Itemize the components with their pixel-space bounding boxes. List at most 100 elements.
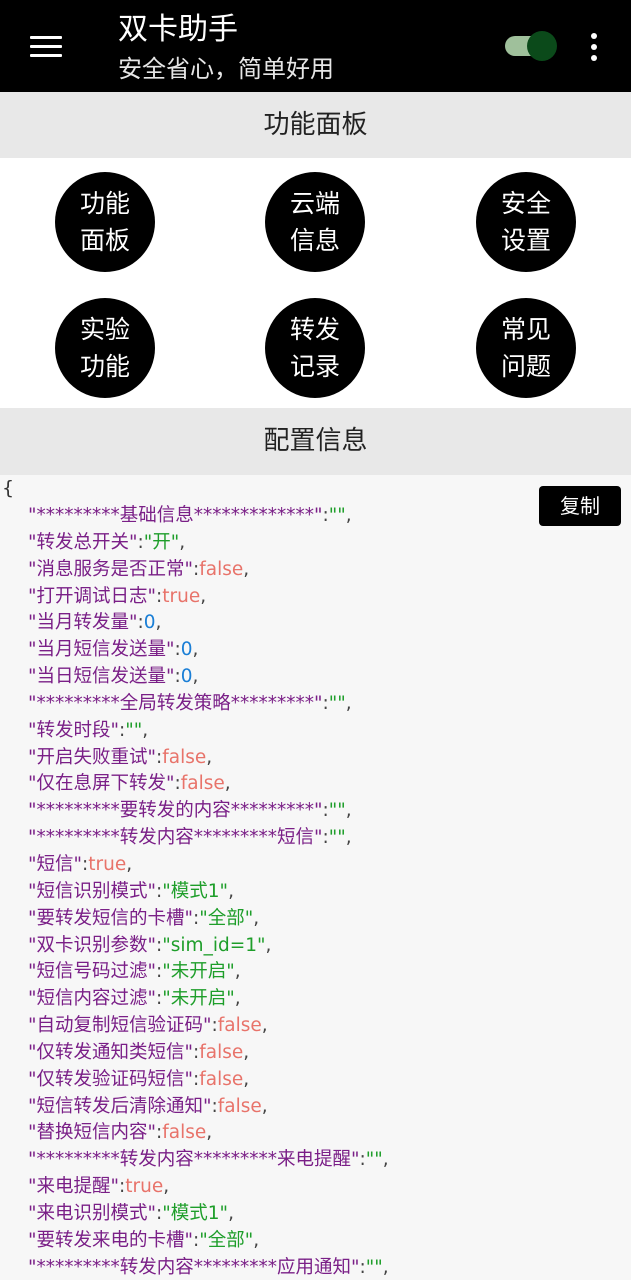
json-line: "短信号码过滤":"未开启",: [28, 959, 389, 986]
json-comma: ,: [192, 666, 199, 688]
json-comma: ,: [243, 1068, 250, 1090]
json-line: "*********转发内容*********来电提醒":"",: [28, 1147, 389, 1174]
json-line: "替换短信内容":false,: [28, 1120, 389, 1147]
json-value: 0: [180, 666, 193, 688]
json-comma: ,: [155, 612, 162, 634]
json-key: "*********转发内容*********短信": [28, 827, 323, 849]
app-subtitle: 安全省心，简单好用: [118, 55, 334, 83]
json-value: "全部": [199, 907, 254, 929]
json-value: false: [162, 746, 207, 768]
json-line: "短信内容过滤":"未开启",: [28, 986, 389, 1013]
button-label-line2: 信息: [289, 226, 340, 255]
json-comma: ,: [142, 719, 149, 741]
json-comma: ,: [224, 773, 231, 795]
json-open-brace: {: [2, 477, 15, 499]
button-label-line2: 问题: [500, 352, 551, 381]
json-key: "自动复制短信验证码": [28, 1015, 212, 1037]
app-title: 双卡助手: [118, 12, 238, 47]
json-key: "仅在息屏下转发": [28, 773, 175, 795]
json-comma: ,: [243, 558, 250, 580]
json-value: false: [217, 1095, 262, 1117]
json-comma: ,: [253, 907, 260, 929]
json-key: "来电提醒": [28, 1176, 120, 1198]
json-key: "要转发短信的卡槽": [28, 907, 194, 929]
json-key: "当月短信发送量": [28, 639, 175, 661]
json-value: false: [162, 1122, 207, 1144]
json-line: "短信识别模式":"模式1",: [28, 879, 389, 906]
forward-records-button[interactable]: 转发 记录: [265, 298, 365, 398]
json-comma: ,: [206, 746, 213, 768]
json-comma: ,: [345, 800, 352, 822]
json-line: "转发时段":"",: [28, 718, 389, 745]
json-value: "": [328, 827, 346, 849]
button-label-line2: 记录: [289, 352, 340, 381]
function-panel-button[interactable]: 功能 面板: [55, 172, 155, 272]
json-value: true: [125, 1176, 164, 1198]
config-json-view: { 复制 "*********基础信息*************":"", "转发…: [0, 475, 631, 1280]
json-line: "仅在息屏下转发":false,: [28, 771, 389, 798]
security-settings-button[interactable]: 安全 设置: [476, 172, 576, 272]
json-line: "*********基础信息*************":"",: [28, 503, 389, 530]
json-key: "双卡识别参数": [28, 934, 157, 956]
json-value: "全部": [199, 1229, 254, 1251]
json-comma: ,: [382, 1256, 389, 1278]
json-comma: ,: [234, 961, 241, 983]
json-comma: ,: [261, 1015, 268, 1037]
button-label-line2: 设置: [500, 226, 551, 255]
json-key: "替换短信内容": [28, 1122, 157, 1144]
json-comma: ,: [265, 934, 272, 956]
json-line: "*********转发内容*********短信":"",: [28, 825, 389, 852]
json-key: "当日短信发送量": [28, 666, 175, 688]
json-value: false: [199, 1068, 244, 1090]
json-key: "*********要转发的内容*********": [28, 800, 323, 822]
json-value: "": [328, 505, 346, 526]
json-key: "仅转发验证码短信": [28, 1068, 194, 1090]
json-line: "来电提醒":true,: [28, 1174, 389, 1201]
json-comma: ,: [163, 1176, 170, 1198]
json-line: "*********要转发的内容*********":"",: [28, 798, 389, 825]
button-label-line1: 安全: [500, 189, 551, 218]
faq-button[interactable]: 常见 问题: [476, 298, 576, 398]
json-line: "自动复制短信验证码":false,: [28, 1013, 389, 1040]
json-value: 0: [180, 639, 193, 661]
json-line: "当月转发量":0,: [28, 610, 389, 637]
json-key: "转发时段": [28, 719, 120, 741]
json-line: "要转发短信的卡槽":"全部",: [28, 906, 389, 933]
json-comma: ,: [126, 853, 133, 875]
button-label-line1: 常见: [500, 315, 551, 344]
json-value: true: [162, 585, 201, 607]
json-comma: ,: [192, 639, 199, 661]
json-comma: ,: [228, 1202, 234, 1224]
json-comma: ,: [253, 1229, 260, 1251]
json-value: false: [199, 1041, 244, 1063]
json-value: false: [217, 1015, 262, 1037]
button-label-line2: 面板: [79, 226, 130, 255]
json-key: "短信号码过滤": [28, 961, 157, 983]
function-panel: 功能 面板 云端 信息 安全 设置 实验 功能 转发 记录 常见 问题: [0, 158, 631, 408]
json-value: "模式1": [162, 1202, 229, 1224]
json-value: true: [88, 853, 127, 875]
json-comma: ,: [228, 880, 234, 902]
json-key: "转发总开关": [28, 531, 138, 553]
service-toggle[interactable]: [505, 31, 559, 61]
button-label-line1: 转发: [289, 315, 340, 344]
cloud-info-button[interactable]: 云端 信息: [265, 172, 365, 272]
json-key: "仅转发通知类短信": [28, 1041, 194, 1063]
json-key: "消息服务是否正常": [28, 558, 194, 580]
json-key: "短信内容过滤": [28, 988, 157, 1010]
json-line: "仅转发通知类短信":false,: [28, 1040, 389, 1067]
json-line: "双卡识别参数":"sim_id=1",: [28, 933, 389, 960]
json-key: "*********转发内容*********应用通知": [28, 1256, 360, 1278]
json-comma: ,: [179, 531, 186, 553]
hamburger-menu-icon[interactable]: [30, 36, 62, 58]
button-label-line1: 实验: [79, 315, 130, 344]
function-panel-header: 功能面板: [0, 92, 631, 158]
copy-button[interactable]: 复制: [539, 486, 621, 526]
json-comma: ,: [206, 1122, 213, 1144]
json-value: "开": [143, 531, 180, 553]
json-line: "当日短信发送量":0,: [28, 664, 389, 691]
json-comma: ,: [345, 692, 352, 714]
more-vertical-icon[interactable]: [584, 30, 604, 64]
experimental-features-button[interactable]: 实验 功能: [55, 298, 155, 398]
json-line: "开启失败重试":false,: [28, 745, 389, 772]
